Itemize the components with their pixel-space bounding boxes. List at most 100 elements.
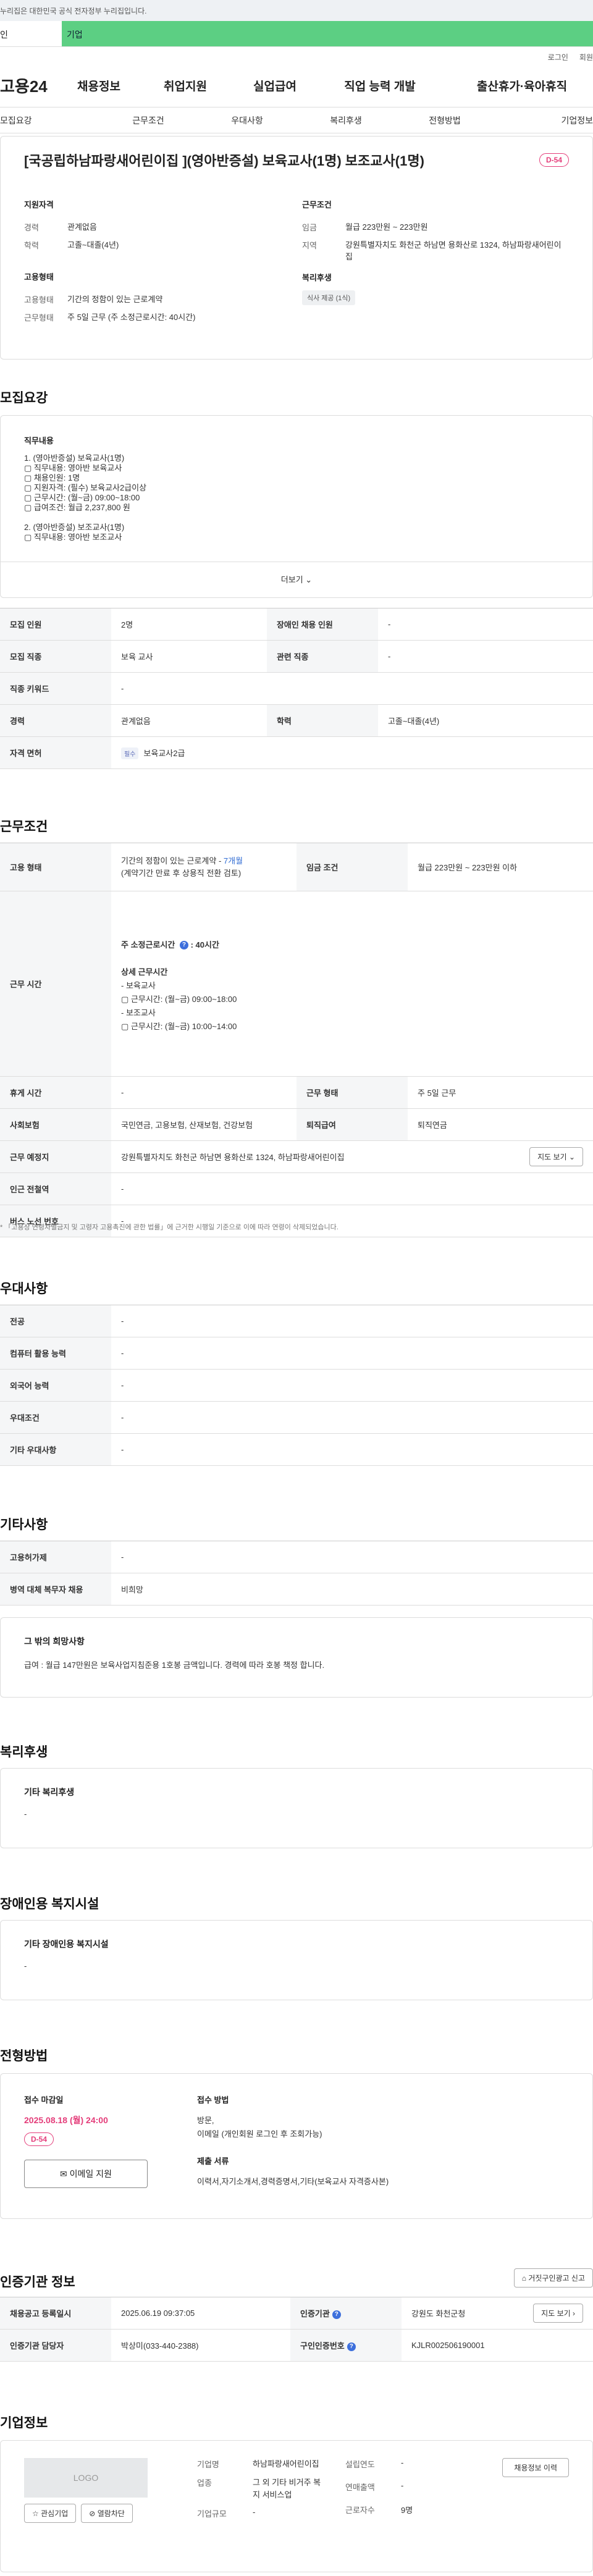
hours-detail-line: ▢ 근무시간: (월~금) 10:00~14:00 bbox=[121, 1021, 237, 1031]
welfare-title: 복리후생 bbox=[302, 273, 332, 282]
site-logo[interactable]: 고용24 bbox=[0, 74, 68, 97]
company-employees-label: 근로자수 bbox=[345, 2506, 375, 2515]
cell-value: - bbox=[111, 1205, 593, 1237]
emp-type: 기간의 정함이 있는 근로계약 bbox=[121, 856, 217, 865]
signup-link[interactable]: 회원 bbox=[579, 53, 593, 62]
hours-week-value: : 40시간 bbox=[190, 940, 219, 949]
job-desc-line: ▢ 지원자격: (필수) 보육교사2급이상 bbox=[24, 483, 147, 492]
subnav-welfare[interactable]: 복리후생 bbox=[296, 114, 395, 127]
util-menu: 로그인 회원 bbox=[0, 47, 593, 64]
chevron-right-icon: › bbox=[573, 2309, 575, 2318]
email-apply-button[interactable]: ✉ 이메일 지원 bbox=[24, 2160, 148, 2188]
gov-banner-text: 누리집은 대한민국 공식 전자정부 누리집입니다. bbox=[0, 7, 147, 15]
gnb-unemployment[interactable]: 실업급여 bbox=[241, 77, 309, 94]
job-desc-line: ▢ 채용인원: 1명 bbox=[24, 473, 80, 482]
cert-map-label: 지도 보기 bbox=[541, 2309, 571, 2318]
emp-key: 고용형태 bbox=[24, 295, 54, 305]
subnav-recruit[interactable]: 모집요강 bbox=[0, 114, 99, 127]
cert-map-button[interactable]: 지도 보기 › bbox=[533, 2304, 583, 2323]
help-icon[interactable]: ? bbox=[332, 2310, 341, 2319]
cell-value: 박상미(033-440-2388) bbox=[111, 2329, 290, 2362]
disabled-card: 기타 장애인용 복지시설 - bbox=[0, 1920, 593, 2000]
subnav-work[interactable]: 근무조건 bbox=[99, 114, 198, 127]
map-button[interactable]: 지도 보기 ⌄ bbox=[529, 1147, 583, 1166]
cond-key: 지역 bbox=[302, 241, 317, 250]
cond-value: 월급 223만원 ~ 223만원 bbox=[345, 222, 428, 232]
job-desc-line: 1. (영아반증설) 보육교사(1명) bbox=[24, 453, 125, 463]
cell-label: 버스 노선 번호 bbox=[0, 1205, 111, 1237]
qual-title: 지원자격 bbox=[24, 200, 54, 209]
welfare-card-title: 기타 복리후생 bbox=[24, 1787, 75, 1797]
job-history-button[interactable]: 채용정보 이력 bbox=[502, 2458, 569, 2477]
qual-key: 경력 bbox=[24, 223, 39, 232]
company-sales: - bbox=[401, 2481, 404, 2490]
cell-label: 모집 인원 bbox=[0, 608, 111, 641]
gnb-training[interactable]: 직업 능력 개발 bbox=[309, 77, 451, 94]
cell-value: - bbox=[111, 1305, 593, 1337]
company-size: - bbox=[253, 2507, 256, 2517]
cell-value: 관계없음 bbox=[111, 704, 267, 737]
apply-method-line: 방문, bbox=[197, 2116, 214, 2125]
cell-value: - bbox=[111, 1076, 296, 1109]
company-box: LOGO ☆ 관심기업 ⊘ 열람차단 기업명 하남파랑새어린이집 업종 그 외 기타… bbox=[0, 2440, 593, 2572]
gnb-employment-support[interactable]: 취업지원 bbox=[130, 77, 241, 94]
subnav-pref[interactable]: 우대사항 bbox=[198, 114, 296, 127]
work-table: 고용 형태 기간의 정함이 있는 근로계약 - 7개월 (계약기간 만료 후 상용… bbox=[0, 843, 593, 1237]
cell-label: 고용 형태 bbox=[0, 843, 111, 891]
page-title: [국공립하남파랑새어린이집 ](영아반증설) 보육교사(1명) 보조교사(1명) bbox=[24, 153, 424, 169]
help-icon[interactable]: ? bbox=[179, 941, 188, 950]
company-logo: LOGO bbox=[24, 2458, 148, 2498]
gnb-parental-leave[interactable]: 출산휴가·육아휴직 bbox=[451, 77, 593, 94]
job-desc-line bbox=[24, 513, 569, 523]
section-title-company: 기업정보 bbox=[0, 2416, 48, 2430]
tab-individual[interactable]: 인 bbox=[0, 21, 62, 46]
help-icon[interactable]: ? bbox=[347, 2342, 356, 2351]
dday-badge: D-54 bbox=[539, 153, 569, 167]
hours-detail-title: 상세 근무시간 bbox=[121, 967, 168, 977]
qual-key: 학력 bbox=[24, 241, 39, 250]
subnav-method[interactable]: 전형방법 bbox=[395, 114, 494, 127]
emp-type-sub: (계약기간 만료 후 상용직 전환 검토) bbox=[121, 868, 242, 878]
cert-table: 채용공고 등록일시 2025.06.19 09:37:05 인증기관? 강원도 화천군… bbox=[0, 2297, 593, 2362]
cell-value: - bbox=[377, 608, 593, 641]
company-size-label: 기업규모 bbox=[197, 2509, 227, 2519]
subnav-company[interactable]: 기업정보 bbox=[494, 114, 593, 127]
block-label: 열람차단 bbox=[97, 2509, 125, 2518]
cell-value: - bbox=[111, 1401, 593, 1434]
gnb-jobs[interactable]: 채용정보 bbox=[68, 77, 130, 94]
emp-key: 근무형태 bbox=[24, 313, 54, 322]
hours-week-label: 주 소정근로시간 bbox=[121, 940, 175, 949]
hours-detail-line: - 보육교사 bbox=[121, 980, 156, 990]
chevron-down-icon: ⌄ bbox=[305, 575, 313, 584]
block-company-button[interactable]: ⊘ 열람차단 bbox=[81, 2504, 133, 2523]
disabled-card-title: 기타 장애인용 복지시설 bbox=[24, 1939, 109, 1949]
section-title-recruit: 모집요강 bbox=[0, 391, 48, 405]
etc-table: 고용허가제 - 병역 대체 복무자 채용 비희망 bbox=[0, 1541, 593, 1606]
cell-label: 우대조건 bbox=[0, 1401, 111, 1434]
cell-label: 경력 bbox=[0, 704, 111, 737]
tab-company[interactable]: 기업 bbox=[62, 21, 593, 46]
cell-label: 구인인증번호 bbox=[300, 2341, 345, 2351]
cell-label: 자격 면허 bbox=[0, 736, 111, 769]
cell-label: 고용허가제 bbox=[0, 1541, 111, 1573]
cell-label: 사회보험 bbox=[0, 1108, 111, 1141]
cell-label: 인증기관 bbox=[300, 2309, 330, 2318]
more-button[interactable]: 더보기 ⌄ bbox=[1, 562, 592, 597]
company-founded-label: 설립연도 bbox=[345, 2460, 375, 2469]
login-link[interactable]: 로그인 bbox=[548, 53, 568, 62]
company-name: 하남파랑새어린이집 bbox=[253, 2459, 319, 2469]
favorite-company-button[interactable]: ☆ 관심기업 bbox=[24, 2504, 77, 2523]
more-label: 더보기 bbox=[280, 575, 303, 584]
section-title-method: 전형방법 bbox=[0, 2049, 48, 2063]
report-button[interactable]: ⌂ 거짓구인광고 신고 bbox=[513, 2268, 593, 2288]
required-chip: 필수 bbox=[121, 747, 139, 759]
cell-label: 병역 대체 복무자 채용 bbox=[0, 1573, 111, 1606]
etc-card: 그 밖의 희망사항 급여 : 월급 147만원은 보육사업지침준용 1호봉 금액… bbox=[0, 1617, 593, 1698]
job-desc-line: ▢ 급여조건: 월급 2,237,800 원 bbox=[24, 503, 130, 512]
section-title-disabled: 장애인용 복지시설 bbox=[0, 1897, 99, 1911]
cert-org: 강원도 화천군청 bbox=[411, 2309, 466, 2318]
company-sales-label: 연매출액 bbox=[345, 2483, 375, 2492]
map-button-label: 지도 보기 bbox=[537, 1153, 567, 1161]
cell-value: 고졸~대졸(4년) bbox=[377, 704, 593, 737]
job-summary: [국공립하남파랑새어린이집 ](영아반증설) 보육교사(1명) 보조교사(1명)… bbox=[0, 136, 593, 360]
